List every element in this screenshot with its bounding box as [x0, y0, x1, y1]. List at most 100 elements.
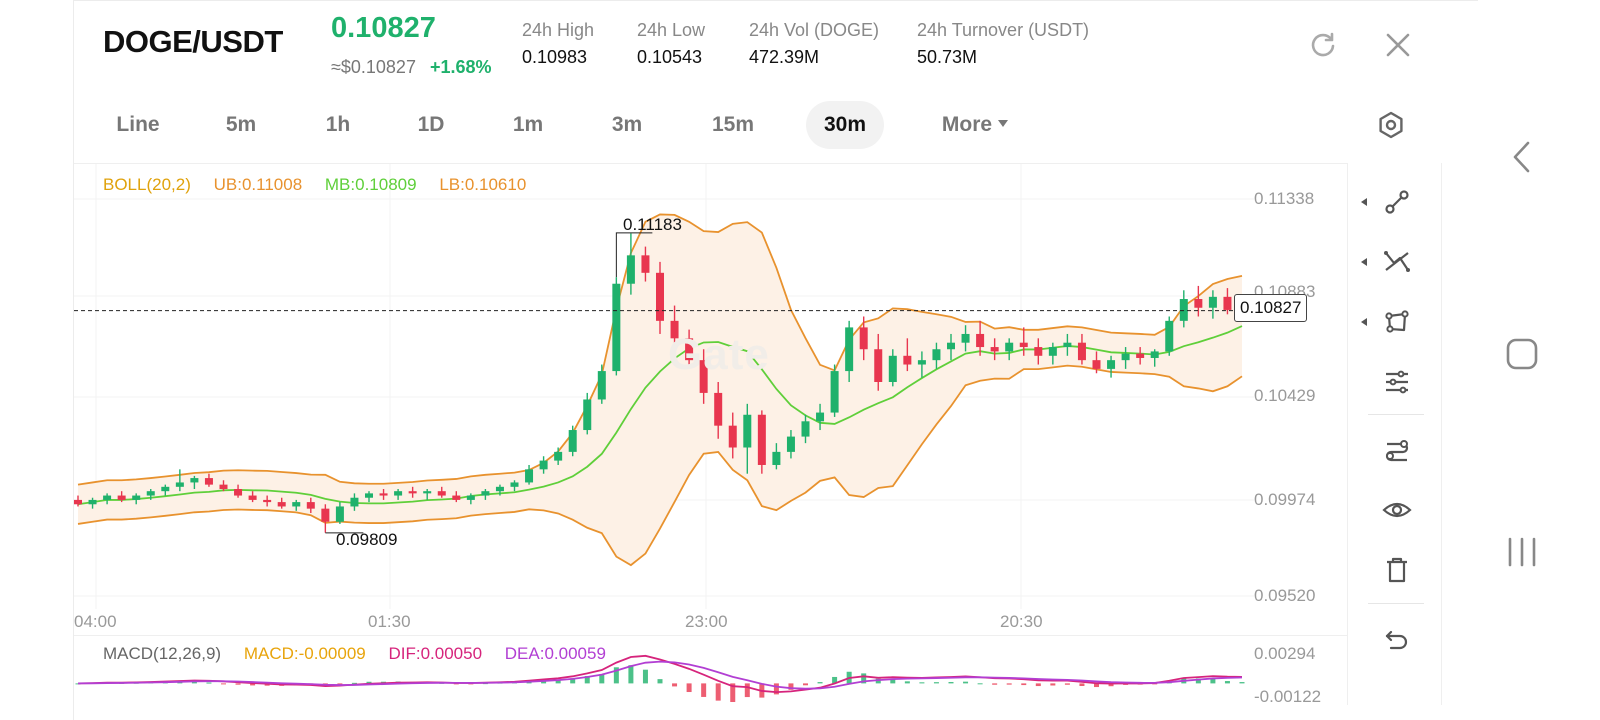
- tab-30m[interactable]: 30m: [806, 101, 884, 149]
- candle-body: [597, 371, 606, 400]
- candle-body: [1063, 342, 1072, 348]
- tab-3m[interactable]: 3m: [594, 101, 660, 149]
- candle-body: [990, 347, 999, 352]
- tab-1d[interactable]: 1D: [399, 101, 463, 149]
- tab-1h[interactable]: 1h: [306, 101, 370, 149]
- candle-body: [248, 495, 257, 500]
- tab-more[interactable]: More: [925, 101, 1025, 149]
- candle-body: [714, 392, 723, 426]
- candle-body: [757, 414, 766, 465]
- macd-histogram-bar: [977, 683, 983, 685]
- candle-body: [175, 482, 184, 487]
- delete-trash-icon[interactable]: [1380, 553, 1414, 587]
- expand-caret-icon: [1361, 258, 1367, 266]
- candle-body: [495, 486, 504, 492]
- candle-body: [437, 491, 446, 496]
- candle-body: [394, 491, 403, 496]
- macd-y-tick-label: 0.00294: [1254, 644, 1316, 663]
- stat-label: 24h Vol (DOGE): [749, 20, 880, 40]
- candle-body: [786, 436, 795, 452]
- price-change-percent: +1.68%: [430, 57, 492, 77]
- nav-recents-icon[interactable]: [1500, 530, 1544, 574]
- candle-body: [903, 355, 912, 365]
- candle-body: [801, 421, 810, 437]
- pair-title: DOGE/USDT: [103, 24, 283, 59]
- candle-body: [263, 499, 272, 503]
- tab-1m[interactable]: 1m: [495, 101, 561, 149]
- y-tick-label: 0.09974: [1254, 490, 1316, 509]
- gate-watermark: Gate: [668, 330, 770, 379]
- stat-value: 472.39M: [749, 47, 820, 67]
- candle-body: [1150, 351, 1159, 358]
- candle-body: [568, 430, 577, 452]
- candle-body: [1048, 347, 1057, 356]
- tab-line[interactable]: Line: [100, 101, 176, 149]
- macd-histogram-bar: [1006, 683, 1012, 685]
- candle-body: [1077, 342, 1086, 361]
- tab-15m[interactable]: 15m: [697, 101, 769, 149]
- candle-body: [306, 502, 315, 509]
- candle-body: [917, 360, 926, 365]
- candle-body: [510, 482, 519, 487]
- candle-body: [1208, 296, 1217, 308]
- candle-body: [1005, 342, 1014, 352]
- magnet-tool-icon[interactable]: [1380, 433, 1414, 467]
- candle-body: [539, 460, 548, 470]
- candle-body: [277, 502, 286, 507]
- candle-body: [961, 333, 970, 343]
- macd-histogram-bar: [1239, 682, 1245, 684]
- stat-label: 24h Turnover (USDT): [917, 20, 1090, 40]
- candle-body: [772, 451, 781, 465]
- stat-label: 24h Low: [637, 20, 706, 40]
- fib-tool-icon[interactable]: [1380, 365, 1414, 399]
- x-tick-label: 04:00: [74, 612, 117, 631]
- x-tick-label: 01:30: [368, 612, 411, 631]
- chart-panel: DOGE/USDT 0.10827 ≈$0.10827 +1.68% 24h H…: [0, 0, 1600, 720]
- macd-histogram-bar: [1224, 681, 1230, 684]
- nav-back-icon[interactable]: [1500, 135, 1544, 179]
- candle-body: [1034, 347, 1043, 356]
- candle-body: [1165, 320, 1174, 352]
- refresh-icon[interactable]: [1306, 28, 1340, 62]
- candlestick-chart[interactable]: [74, 163, 1347, 633]
- macd-legend: MACD(12,26,9) MACD:-0.00009 DIF:0.00050 …: [103, 644, 624, 664]
- candle-body: [379, 493, 388, 496]
- macd-histogram-bar: [221, 683, 226, 685]
- macd-histogram-bar: [715, 683, 721, 701]
- candle-body: [117, 495, 126, 500]
- candle-body: [132, 495, 141, 500]
- stat-24h-high: 24h High 0.10983: [522, 20, 594, 68]
- tab-5m[interactable]: 5m: [206, 101, 276, 149]
- candle-body: [743, 414, 752, 448]
- visibility-eye-icon[interactable]: [1380, 493, 1414, 527]
- indicator-settings-icon[interactable]: [1374, 108, 1408, 142]
- last-price: 0.10827: [331, 12, 436, 44]
- current-price-tag: 0.10827: [1234, 294, 1308, 322]
- candle-body: [364, 493, 374, 498]
- candle-body: [161, 486, 170, 492]
- candle-body: [976, 333, 985, 348]
- trend-tool-icon[interactable]: [1380, 245, 1414, 279]
- candle-body: [1019, 342, 1028, 348]
- panel-border-top: [73, 0, 1478, 1]
- close-icon[interactable]: [1381, 28, 1415, 62]
- macd-name: MACD(12,26,9): [103, 644, 222, 663]
- y-tick-label: 0.10429: [1254, 386, 1316, 405]
- macd-histogram-bar: [642, 669, 648, 684]
- candle-body: [728, 425, 737, 448]
- shape-tool-icon[interactable]: [1380, 305, 1414, 339]
- nav-home-icon[interactable]: [1500, 332, 1544, 376]
- candle-body: [1136, 353, 1145, 358]
- line-tool-icon[interactable]: [1380, 185, 1414, 219]
- undo-icon[interactable]: [1380, 622, 1414, 656]
- macd-histogram-bar: [1079, 683, 1085, 687]
- candlestick-chart-svg: [74, 164, 1254, 609]
- macd-histogram-bar: [744, 683, 750, 698]
- candle-body: [641, 255, 650, 273]
- candle-body: [74, 499, 83, 505]
- y-tick-label: 0.11338: [1254, 189, 1315, 208]
- toolbar-divider: [1368, 603, 1424, 604]
- stat-value: 50.73M: [917, 47, 978, 67]
- candle-body: [350, 497, 359, 507]
- macd-histogram-bar: [963, 681, 969, 684]
